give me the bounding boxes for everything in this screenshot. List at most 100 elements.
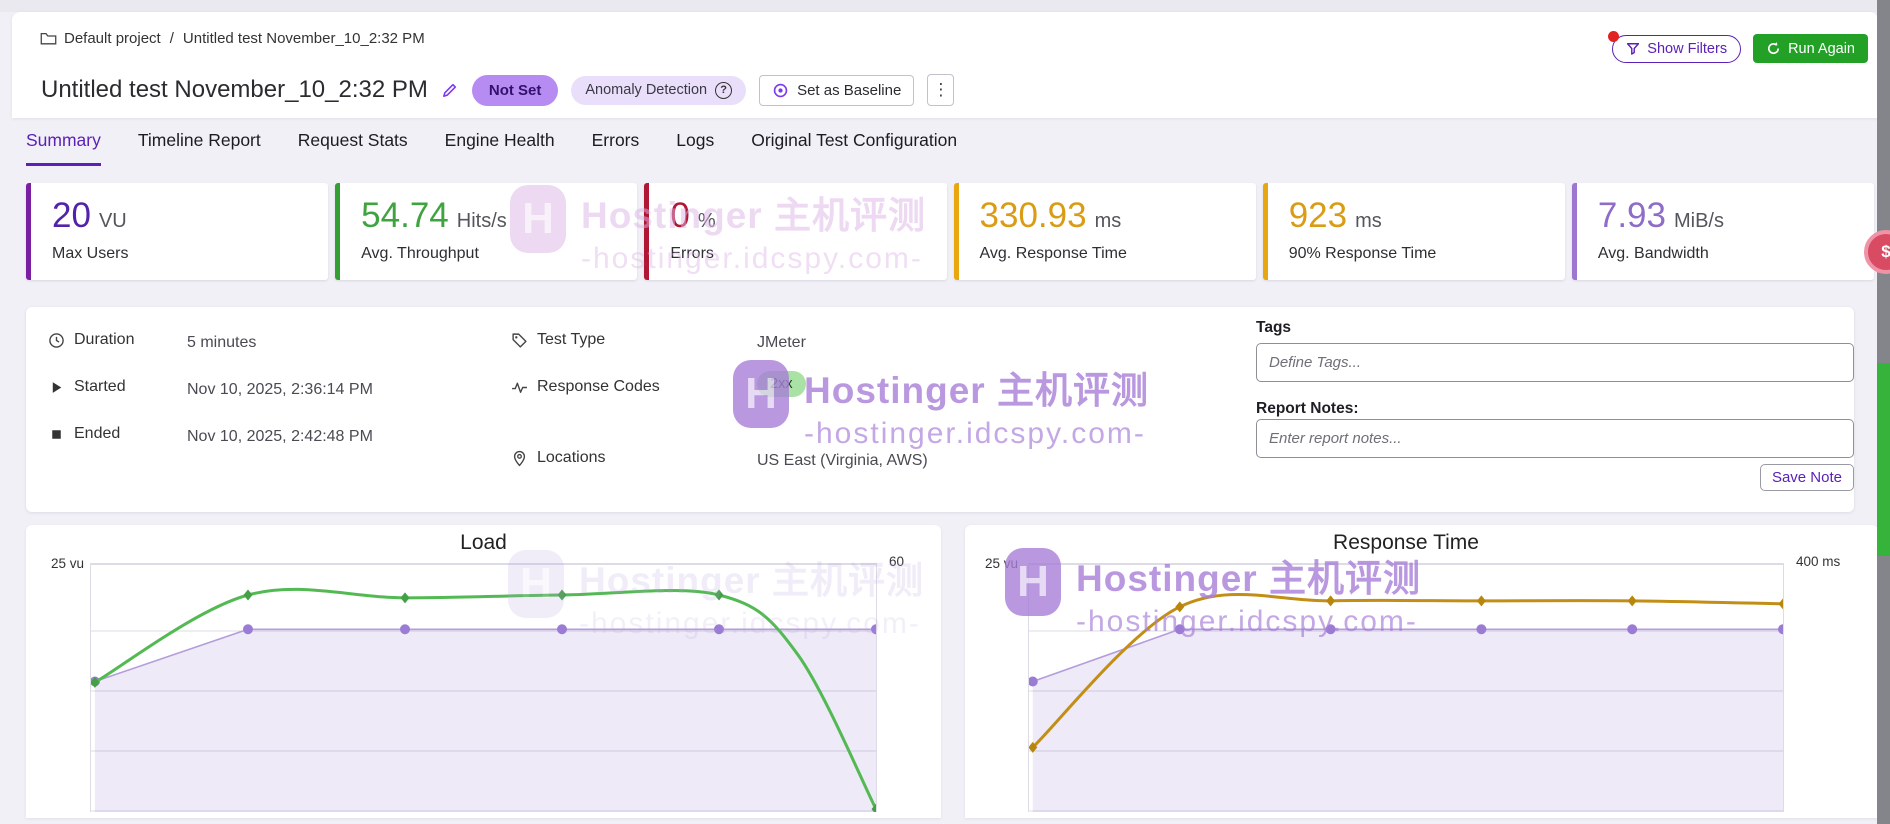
- kpi-card-avg-throughput: 54.74 Hits/s Avg. Throughput: [335, 183, 637, 280]
- response-codes-value: 2xx: [757, 371, 806, 397]
- location-pin-icon: [511, 450, 528, 467]
- kpi-unit: MiB/s: [1674, 210, 1724, 232]
- test-type-label: Test Type: [537, 331, 605, 349]
- duration-label: Duration: [74, 331, 134, 349]
- kpi-cards-row: 20 VU Max Users 54.74 Hits/s Avg. Throughp…: [26, 183, 1874, 280]
- kpi-card-avg-bandwidth: 7.93 MiB/s Avg. Bandwidth: [1572, 183, 1874, 280]
- kpi-value: 54.74: [361, 196, 449, 235]
- breadcrumb-project[interactable]: Default project: [64, 30, 161, 47]
- stop-icon: [48, 426, 65, 443]
- kpi-label: Errors: [670, 245, 946, 263]
- kpi-unit: ms: [1355, 210, 1382, 232]
- kpi-card-max-users: 20 VU Max Users: [26, 183, 328, 280]
- load-chart-plot[interactable]: [90, 563, 877, 812]
- locations-value: US East (Virginia, AWS): [757, 452, 928, 470]
- clock-icon: [48, 332, 65, 349]
- load-left-axis-label: 25 vu: [40, 556, 84, 571]
- more-options-button[interactable]: ⋮: [927, 74, 954, 106]
- show-filters-label: Show Filters: [1647, 41, 1727, 57]
- notification-dot: [1608, 31, 1619, 42]
- show-filters-button[interactable]: Show Filters: [1612, 35, 1741, 63]
- activity-pulse-icon: [511, 379, 528, 396]
- set-as-baseline-button[interactable]: Set as Baseline: [759, 75, 914, 106]
- ended-label: Ended: [74, 425, 120, 443]
- kpi-unit: Hits/s: [457, 210, 507, 232]
- response-codes-row: Response Codes: [511, 378, 660, 396]
- scrollbar-marker: [1877, 363, 1890, 556]
- edit-title-pencil-icon[interactable]: [441, 81, 459, 99]
- kpi-card-90-response-time: 923 ms 90% Response Time: [1263, 183, 1565, 280]
- response-right-axis-label: 400 ms: [1796, 554, 1840, 569]
- ended-value: Nov 10, 2025, 2:42:48 PM: [187, 428, 373, 446]
- set-as-baseline-label: Set as Baseline: [797, 82, 901, 99]
- anomaly-detection-label: Anomaly Detection: [585, 82, 707, 98]
- status-code-2xx-badge: 2xx: [757, 371, 806, 397]
- tags-label: Tags: [1256, 319, 1291, 337]
- help-icon[interactable]: ?: [715, 82, 732, 99]
- anomaly-detection-badge: Anomaly Detection ?: [571, 76, 746, 105]
- kpi-value: 7.93: [1598, 196, 1666, 235]
- tab-timeline-report[interactable]: Timeline Report: [138, 130, 261, 166]
- page-title: Untitled test November_10_2:32 PM: [41, 76, 428, 104]
- baseline-target-icon: [772, 82, 789, 99]
- duration-value: 5 minutes: [187, 334, 256, 352]
- tags-notes-column: Tags Report Notes: Save Note: [1256, 307, 1854, 512]
- tab-errors[interactable]: Errors: [592, 130, 640, 166]
- tab-bar: Summary Timeline Report Request Stats En…: [26, 130, 957, 166]
- locations-label: Locations: [537, 449, 606, 467]
- kpi-unit: VU: [99, 210, 127, 232]
- status-badge-not-set: Not Set: [472, 75, 559, 106]
- tags-input[interactable]: [1256, 343, 1854, 382]
- folder-icon: [40, 30, 57, 47]
- kpi-value: 330.93: [980, 196, 1087, 235]
- tag-icon: [511, 332, 528, 349]
- load-chart-title: Load: [90, 531, 877, 555]
- duration-row: Duration: [48, 331, 134, 349]
- kpi-label: Avg. Response Time: [980, 245, 1256, 263]
- test-type-value: JMeter: [757, 334, 806, 352]
- response-time-chart-panel: Response Time 25 vu 400 ms: [965, 525, 1878, 818]
- tab-original-test-configuration[interactable]: Original Test Configuration: [751, 130, 957, 166]
- started-row: Started: [48, 378, 126, 396]
- kpi-card-errors: 0% Errors: [644, 183, 946, 280]
- started-label: Started: [74, 378, 126, 396]
- load-chart-panel: Load 25 vu 60: [26, 525, 941, 818]
- kpi-value: 0: [670, 196, 689, 235]
- locations-row: Locations: [511, 449, 606, 467]
- run-again-button[interactable]: Run Again: [1753, 34, 1868, 63]
- report-notes-label: Report Notes:: [1256, 400, 1358, 418]
- kpi-value: 923: [1289, 196, 1347, 235]
- tab-summary[interactable]: Summary: [26, 130, 101, 166]
- kpi-card-avg-response-time: 330.93 ms Avg. Response Time: [954, 183, 1256, 280]
- kpi-label: Max Users: [52, 245, 328, 263]
- kpi-label: Avg. Throughput: [361, 245, 637, 263]
- breadcrumb: Default project / Untitled test November…: [40, 30, 425, 47]
- header-panel: Default project / Untitled test November…: [12, 12, 1878, 118]
- tab-request-stats[interactable]: Request Stats: [298, 130, 408, 166]
- save-note-button[interactable]: Save Note: [1760, 464, 1854, 491]
- response-codes-label: Response Codes: [537, 378, 660, 396]
- response-left-axis-label: 25 vu: [974, 556, 1018, 571]
- tab-engine-health[interactable]: Engine Health: [445, 130, 555, 166]
- play-icon: [48, 379, 65, 396]
- load-right-axis-label: 60: [889, 554, 904, 569]
- response-time-chart-title: Response Time: [1028, 531, 1784, 555]
- kpi-unit: ms: [1095, 210, 1122, 232]
- breadcrumb-separator: /: [168, 30, 176, 47]
- top-strip: [0, 0, 1890, 12]
- kpi-value: 20: [52, 196, 91, 235]
- kpi-label: Avg. Bandwidth: [1598, 245, 1874, 263]
- kpi-unit: %: [698, 210, 716, 232]
- run-again-label: Run Again: [1788, 41, 1855, 57]
- dollar-icon: $: [1881, 242, 1890, 262]
- kpi-label: 90% Response Time: [1289, 245, 1565, 263]
- breadcrumb-current: Untitled test November_10_2:32 PM: [183, 30, 425, 47]
- refresh-icon: [1766, 41, 1781, 56]
- tab-logs[interactable]: Logs: [676, 130, 714, 166]
- filter-funnel-icon: [1626, 42, 1640, 56]
- test-type-row: Test Type: [511, 331, 605, 349]
- response-time-chart-plot[interactable]: [1028, 563, 1784, 812]
- test-details-panel: Duration 5 minutes Started Nov 10, 2025,…: [26, 307, 1854, 512]
- ended-row: Ended: [48, 425, 120, 443]
- report-notes-input[interactable]: [1256, 419, 1854, 458]
